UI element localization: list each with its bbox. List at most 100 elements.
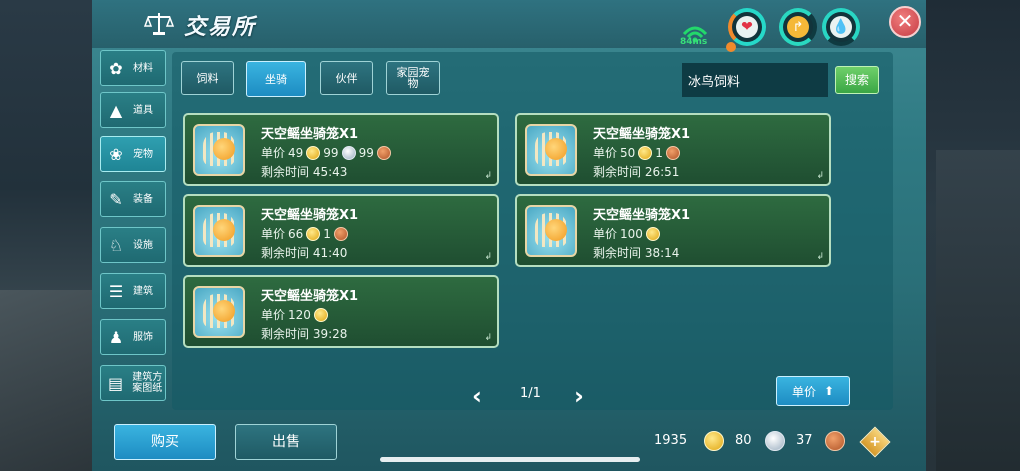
- sidebar-item-pet[interactable]: ❀ 宠物: [100, 136, 166, 172]
- mount-cage-image: [193, 124, 245, 176]
- gold-amount: 49: [288, 145, 304, 160]
- sidebar-item-label: 装备: [133, 193, 153, 205]
- sidebar-item-facility[interactable]: ♘ 设施: [100, 227, 166, 263]
- listing-card[interactable]: 天空鳐坐骑笼X1 单价 66 1 剩余时间 41:40 ↲: [183, 194, 499, 267]
- listing-card[interactable]: 天空鳐坐骑笼X1 单价 49 99 99 剩余时间 45:43 ↲: [183, 113, 499, 186]
- corner-arrow-icon: ↲: [484, 171, 492, 181]
- listing-name: 天空鳐坐骑笼X1: [261, 208, 359, 223]
- listing-card[interactable]: 天空鳐坐骑笼X1 单价 120 剩余时间 39:28 ↲: [183, 275, 499, 348]
- blueprint-icon: ▤: [108, 373, 124, 393]
- ping-readout: 84ms: [680, 37, 708, 47]
- mood-gauge[interactable]: ↱: [779, 8, 817, 46]
- mount-cage-image: [193, 286, 245, 338]
- corner-arrow-icon: ↲: [484, 252, 492, 262]
- sidebar-item-item[interactable]: ▲ 道具: [100, 92, 166, 128]
- equipment-icon: ✎: [109, 189, 123, 209]
- copper-amount: 1: [323, 226, 331, 241]
- silver-amount: 99: [323, 145, 339, 160]
- time-row: 剩余时间 45:43: [261, 163, 347, 180]
- listing-card[interactable]: 天空鳐坐骑笼X1 单价 100 剩余时间 38:14 ↲: [515, 194, 831, 267]
- listing-area: 饲料 坐骑 伙伴 家园宠物 搜索 天空鳐坐骑笼X1 单价 49 99 99 剩余…: [172, 52, 893, 410]
- time-row: 剩余时间 38:14: [593, 244, 679, 261]
- silver-coin-icon: [341, 145, 356, 160]
- close-button[interactable]: ✕: [889, 6, 921, 38]
- corner-arrow-icon: ↲: [484, 333, 492, 343]
- water-drop-icon: 💧: [830, 16, 852, 38]
- time-remaining: 39:28: [312, 327, 348, 341]
- buy-button[interactable]: 购买: [114, 424, 216, 460]
- wallet-gold-amount: 1935: [654, 433, 688, 448]
- add-currency-button[interactable]: +: [859, 426, 891, 458]
- arrow-turn-icon: ↱: [787, 16, 809, 38]
- sort-by-price-button[interactable]: 单价 ⬆: [776, 376, 850, 406]
- gold-coin-icon: [306, 145, 321, 160]
- gold-amount: 100: [620, 226, 643, 241]
- plus-icon: +: [869, 434, 881, 450]
- tab-partner[interactable]: 伙伴: [320, 61, 373, 95]
- gold-coin-icon: [313, 307, 328, 322]
- price-label: 单价: [261, 308, 286, 322]
- listing-name: 天空鳐坐骑笼X1: [593, 127, 691, 142]
- mount-cage-image: [193, 205, 245, 257]
- listing-name: 天空鳐坐骑笼X1: [261, 289, 359, 304]
- chevron-right-icon[interactable]: ›: [574, 382, 584, 410]
- sell-button[interactable]: 出售: [235, 424, 337, 460]
- price-row: 单价 120: [261, 306, 328, 323]
- health-gauge[interactable]: ❤: [728, 8, 766, 46]
- time-row: 剩余时间 41:40: [261, 244, 347, 261]
- close-icon: ✕: [896, 9, 914, 33]
- sidebar-item-clothing[interactable]: ♟ 服饰: [100, 319, 166, 355]
- sidebar-item-blueprint[interactable]: ▤ 建筑方案图纸: [100, 365, 166, 401]
- game-world-left: [0, 0, 92, 471]
- corner-arrow-icon: ↲: [816, 171, 824, 181]
- copper-amount: 1: [655, 145, 663, 160]
- sidebar-item-label: 服饰: [133, 331, 153, 343]
- facility-icon: ♘: [108, 235, 124, 255]
- sidebar-item-equipment[interactable]: ✎ 装备: [100, 181, 166, 217]
- copper-coin-icon: [376, 145, 391, 160]
- wallet-copper-amount: 37: [796, 433, 813, 448]
- silver-coin-icon: [765, 431, 785, 451]
- game-world-right: [926, 0, 1020, 471]
- chevron-left-icon[interactable]: ‹: [472, 382, 482, 410]
- price-row: 单价 66 1: [261, 225, 348, 242]
- stone-wall-right: [936, 150, 1020, 471]
- time-label: 剩余时间: [261, 165, 310, 179]
- item-icon: ▲: [109, 100, 123, 120]
- time-label: 剩余时间: [261, 246, 310, 260]
- price-row: 单价 50 1: [593, 144, 680, 161]
- time-remaining: 38:14: [644, 246, 680, 260]
- tab-mount[interactable]: 坐骑: [246, 61, 306, 97]
- gold-amount: 120: [288, 307, 311, 322]
- time-label: 剩余时间: [593, 246, 642, 260]
- material-icon: ✿: [109, 58, 123, 78]
- gold-coin-icon: [645, 226, 660, 241]
- water-gauge[interactable]: 💧: [822, 8, 860, 46]
- tab-feed[interactable]: 饲料: [181, 61, 234, 95]
- search-button[interactable]: 搜索: [835, 66, 879, 94]
- price-label: 单价: [593, 146, 618, 160]
- price-label: 单价: [261, 227, 286, 241]
- sidebar-item-label: 道具: [133, 104, 153, 116]
- time-remaining: 41:40: [312, 246, 348, 260]
- search-input[interactable]: [682, 63, 828, 97]
- sidebar-item-label: 设施: [133, 239, 153, 251]
- tab-home-pet[interactable]: 家园宠物: [386, 61, 440, 95]
- building-icon: ☰: [108, 281, 124, 301]
- sidebar-item-material[interactable]: ✿ 材料: [100, 50, 166, 86]
- sidebar-item-label: 建筑: [133, 285, 153, 297]
- price-label: 单价: [593, 227, 618, 241]
- time-row: 剩余时间 39:28: [261, 325, 347, 342]
- home-indicator[interactable]: [380, 457, 640, 462]
- clothing-icon: ♟: [108, 327, 124, 347]
- listing-name: 天空鳐坐骑笼X1: [593, 208, 691, 223]
- listing-card[interactable]: 天空鳐坐骑笼X1 单价 50 1 剩余时间 26:51 ↲: [515, 113, 831, 186]
- sort-arrow-icon: ⬆: [823, 384, 835, 398]
- sidebar-item-building[interactable]: ☰ 建筑: [100, 273, 166, 309]
- title-bar: 交易所 84ms ❤ ↱ 💧 ✕: [92, 0, 926, 52]
- gold-amount: 66: [288, 226, 304, 241]
- mount-cage-image: [525, 205, 577, 257]
- copper-coin-icon: [825, 431, 845, 451]
- mount-cage-image: [525, 124, 577, 176]
- stone-wall: [0, 290, 92, 471]
